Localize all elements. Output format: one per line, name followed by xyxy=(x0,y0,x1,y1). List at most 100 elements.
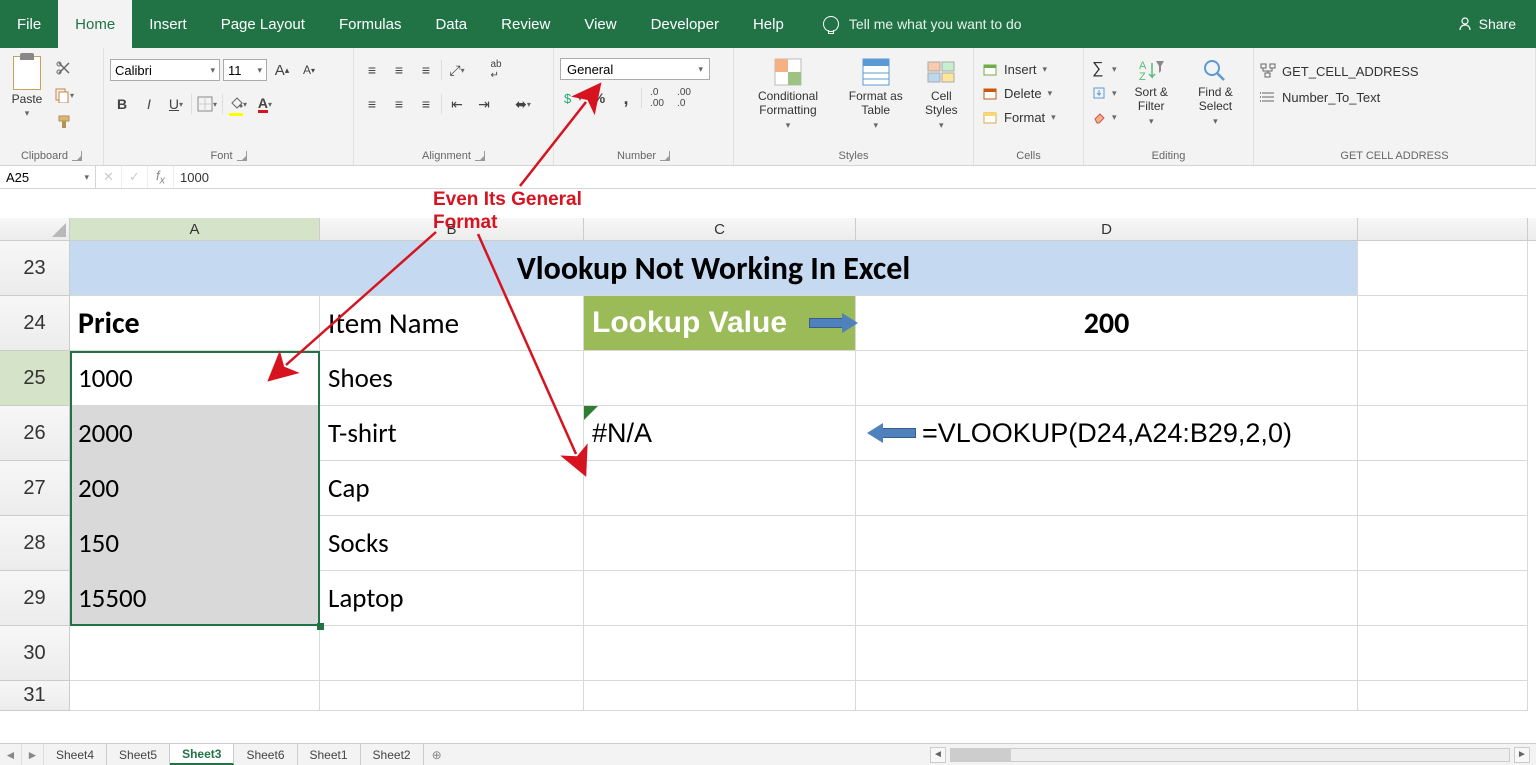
align-top-button[interactable]: ≡ xyxy=(360,58,384,82)
share-button[interactable]: Share xyxy=(1437,0,1536,48)
bold-button[interactable]: B xyxy=(110,92,134,116)
cell-a29[interactable]: 15500 xyxy=(70,571,320,626)
cell-styles-button[interactable]: Cell Styles▾ xyxy=(916,52,967,130)
insert-function-button[interactable]: fx xyxy=(148,166,174,188)
cell-b24[interactable]: Item Name xyxy=(320,296,584,351)
cell-a30[interactable] xyxy=(70,626,320,681)
cancel-formula-button[interactable]: ✕ xyxy=(96,166,122,188)
paste-button[interactable]: Paste ▾ xyxy=(6,52,48,119)
tab-review[interactable]: Review xyxy=(484,0,567,48)
sheet-tab-sheet5[interactable]: Sheet5 xyxy=(107,744,170,765)
accounting-format-button[interactable]: $▾ xyxy=(560,86,584,110)
cell-c30[interactable] xyxy=(584,626,856,681)
tab-developer[interactable]: Developer xyxy=(634,0,736,48)
font-dialog-launcher[interactable] xyxy=(237,151,247,161)
cell-b30[interactable] xyxy=(320,626,584,681)
col-header-a[interactable]: A xyxy=(70,218,320,240)
row-header-26[interactable]: 26 xyxy=(0,406,70,461)
cell-a28[interactable]: 150 xyxy=(70,516,320,571)
cell-b31[interactable] xyxy=(320,681,584,711)
cell-e27[interactable] xyxy=(1358,461,1528,516)
cell-c24[interactable]: Lookup Value xyxy=(584,296,856,351)
wrap-text-button[interactable]: ab↵ xyxy=(481,58,511,82)
sheet-tab-sheet3[interactable]: Sheet3 xyxy=(170,744,234,765)
scroll-right-button[interactable]: ► xyxy=(1514,747,1530,763)
cut-button[interactable] xyxy=(52,56,76,80)
tab-page-layout[interactable]: Page Layout xyxy=(204,0,322,48)
cell-b27[interactable]: Cap xyxy=(320,461,584,516)
decrease-font-button[interactable]: A▾ xyxy=(297,58,321,82)
tab-file[interactable]: File xyxy=(0,0,58,48)
tab-home[interactable]: Home xyxy=(58,0,132,48)
borders-button[interactable]: ▾ xyxy=(195,92,219,116)
row-header-28[interactable]: 28 xyxy=(0,516,70,571)
cell-c29[interactable] xyxy=(584,571,856,626)
number-dialog-launcher[interactable] xyxy=(660,151,670,161)
underline-button[interactable]: U▾ xyxy=(164,92,188,116)
horizontal-scrollbar[interactable]: ◄ ► xyxy=(450,744,1536,765)
percent-format-button[interactable]: % xyxy=(587,86,611,110)
sheet-tab-sheet6[interactable]: Sheet6 xyxy=(234,744,297,765)
cell-e23[interactable] xyxy=(1358,241,1528,296)
cell-a25[interactable]: 1000 xyxy=(70,351,320,406)
addin-get-cell-address[interactable]: GET_CELL_ADDRESS xyxy=(1260,60,1419,82)
enter-formula-button[interactable]: ✓ xyxy=(122,166,148,188)
new-sheet-button[interactable]: ⊕ xyxy=(424,744,450,765)
cell-d31[interactable] xyxy=(856,681,1358,711)
row-header-29[interactable]: 29 xyxy=(0,571,70,626)
cell-e31[interactable] xyxy=(1358,681,1528,711)
insert-cells-button[interactable]: Insert▾ xyxy=(980,58,1049,80)
cell-c27[interactable] xyxy=(584,461,856,516)
col-header-c[interactable]: C xyxy=(584,218,856,240)
row-header-27[interactable]: 27 xyxy=(0,461,70,516)
tell-me-search[interactable]: Tell me what you want to do xyxy=(849,16,1022,32)
tab-view[interactable]: View xyxy=(567,0,633,48)
col-header-d[interactable]: D xyxy=(856,218,1358,240)
orientation-button[interactable]: ⤢▾ xyxy=(445,58,469,82)
tab-insert[interactable]: Insert xyxy=(132,0,204,48)
cell-c25[interactable] xyxy=(584,351,856,406)
select-all-corner[interactable] xyxy=(0,218,70,240)
sheet-tab-sheet1[interactable]: Sheet1 xyxy=(298,744,361,765)
addin-number-to-text[interactable]: Number_To_Text xyxy=(1260,86,1380,108)
row-header-24[interactable]: 24 xyxy=(0,296,70,351)
scroll-thumb[interactable] xyxy=(951,749,1011,761)
cell-e25[interactable] xyxy=(1358,351,1528,406)
cell-e29[interactable] xyxy=(1358,571,1528,626)
cell-e26[interactable] xyxy=(1358,406,1528,461)
sort-filter-button[interactable]: AZ Sort & Filter▾ xyxy=(1123,52,1180,126)
cell-c28[interactable] xyxy=(584,516,856,571)
decrease-indent-button[interactable]: ⇤ xyxy=(445,92,469,116)
copy-button[interactable]: ▾ xyxy=(52,83,76,107)
cell-a26[interactable]: 2000 xyxy=(70,406,320,461)
row-header-25[interactable]: 25 xyxy=(0,351,70,406)
font-color-button[interactable]: A▾ xyxy=(253,92,277,116)
sheet-nav-prev[interactable]: ◄ xyxy=(0,744,22,765)
italic-button[interactable]: I xyxy=(137,92,161,116)
cell-d24[interactable]: 200 xyxy=(856,296,1358,351)
cell-d27[interactable] xyxy=(856,461,1358,516)
sheet-tab-sheet4[interactable]: Sheet4 xyxy=(44,744,107,765)
cell-e30[interactable] xyxy=(1358,626,1528,681)
align-bottom-button[interactable]: ≡ xyxy=(414,58,438,82)
alignment-dialog-launcher[interactable] xyxy=(475,151,485,161)
conditional-formatting-button[interactable]: Conditional Formatting▾ xyxy=(740,52,836,130)
decrease-decimal-button[interactable]: .00.0 xyxy=(672,86,696,110)
cell-d26[interactable]: =VLOOKUP(D24,A24:B29,2,0) xyxy=(856,406,1358,461)
cell-a27[interactable]: 200 xyxy=(70,461,320,516)
format-painter-button[interactable] xyxy=(52,110,76,134)
formula-bar[interactable]: 1000 xyxy=(174,166,1536,188)
cell-b28[interactable]: Socks xyxy=(320,516,584,571)
cell-d25[interactable] xyxy=(856,351,1358,406)
number-format-combo[interactable]: General▾ xyxy=(560,58,710,80)
cell-title[interactable]: Vlookup Not Working In Excel xyxy=(70,241,1358,296)
find-select-button[interactable]: Find & Select▾ xyxy=(1184,52,1247,126)
clipboard-dialog-launcher[interactable] xyxy=(72,151,82,161)
font-size-combo[interactable]: 11▾ xyxy=(223,59,267,81)
align-right-button[interactable]: ≡ xyxy=(414,92,438,116)
comma-format-button[interactable]: , xyxy=(614,86,638,110)
col-header-b[interactable]: B xyxy=(320,218,584,240)
cell-b29[interactable]: Laptop xyxy=(320,571,584,626)
row-header-30[interactable]: 30 xyxy=(0,626,70,681)
cell-e28[interactable] xyxy=(1358,516,1528,571)
